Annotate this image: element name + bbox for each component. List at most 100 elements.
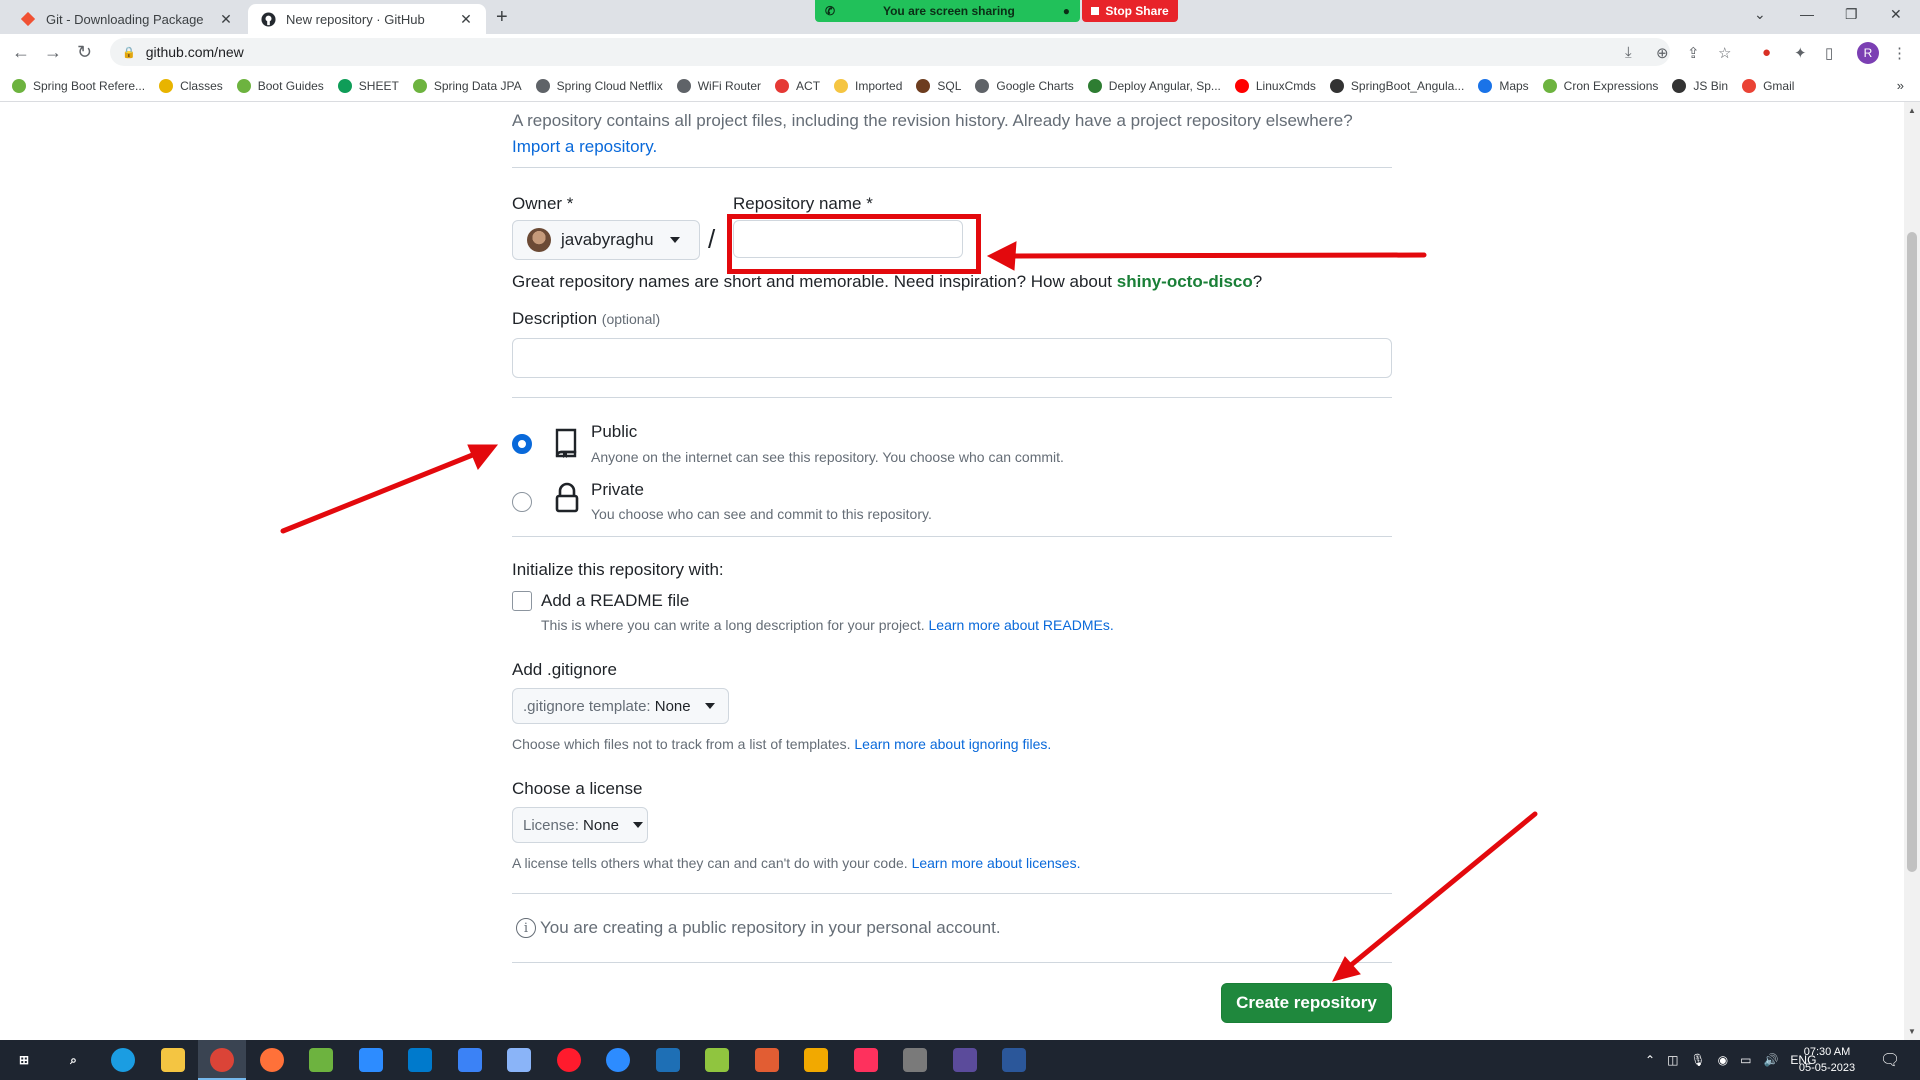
readme-learn-more-link[interactable]: Learn more about READMEs.	[929, 617, 1114, 633]
virtualbox-icon[interactable]	[655, 1048, 680, 1072]
restore-icon[interactable]: ❐	[1845, 6, 1858, 23]
install-icon[interactable]: ⤓	[1625, 44, 1632, 61]
firefox-icon[interactable]	[259, 1048, 284, 1072]
bookmark-item[interactable]: Google Charts	[975, 78, 1074, 93]
opera-icon[interactable]	[556, 1048, 581, 1072]
chrome-icon[interactable]	[210, 1048, 234, 1072]
extensions-puzzle-icon[interactable]: ✦	[1794, 44, 1807, 62]
private-radio[interactable]	[512, 492, 532, 512]
forward-icon[interactable]: →	[44, 42, 62, 63]
bookmark-item[interactable]: Boot Guides	[236, 78, 324, 93]
tab-new-repository[interactable]: New repository · GitHub ✕	[248, 4, 486, 34]
bookmark-item[interactable]: JS Bin	[1672, 78, 1728, 93]
bookmark-item[interactable]: SQL	[916, 78, 961, 93]
create-repository-button[interactable]: Create repository	[1221, 983, 1392, 1023]
lock-icon	[554, 482, 580, 519]
chevron-up-icon[interactable]: ⌃	[1645, 1053, 1655, 1067]
tab-title: New repository · GitHub	[286, 11, 425, 27]
menu-kebab-icon[interactable]: ⋮	[1892, 44, 1907, 62]
private-title: Private	[591, 480, 644, 499]
system-clock[interactable]: 07:30 AM 05-05-2023	[1790, 1044, 1864, 1076]
eclipse-icon[interactable]	[952, 1048, 977, 1072]
bookmark-item[interactable]: Cron Expressions	[1542, 78, 1658, 93]
license-heading: Choose a license	[512, 779, 643, 798]
jsbin-icon	[1672, 78, 1687, 93]
readme-checkbox[interactable]	[512, 591, 532, 611]
display-icon[interactable]: ▭	[1740, 1053, 1751, 1067]
bookmark-item[interactable]: Maps	[1478, 78, 1529, 93]
bookmark-item[interactable]: WiFi Router	[676, 78, 761, 93]
github-logo-icon	[260, 11, 276, 27]
description-label-row: Description (optional)	[512, 309, 1392, 329]
page-scrollbar[interactable]: ▲ ▼	[1904, 102, 1920, 1040]
chevron-right-icon[interactable]: »	[1897, 78, 1904, 93]
search-icon[interactable]: ⌕	[62, 1048, 86, 1072]
private-description: You choose who can see and commit to thi…	[591, 506, 932, 522]
edge-icon[interactable]	[111, 1048, 135, 1072]
remote-desktop-icon[interactable]	[507, 1048, 531, 1072]
address-bar[interactable]: 🔒 github.com/new	[110, 38, 1670, 66]
git-logo-icon	[20, 11, 36, 27]
snipping-tool-icon[interactable]	[903, 1048, 927, 1072]
owner-repo-separator: /	[708, 224, 716, 254]
paint-icon[interactable]	[754, 1048, 779, 1072]
bookmark-item[interactable]: Deploy Angular, Sp...	[1087, 78, 1221, 93]
bookmark-item[interactable]: Spring Boot Refere...	[12, 78, 145, 93]
import-repository-link[interactable]: Import a repository.	[512, 137, 657, 156]
license-learn-more-link[interactable]: Learn more about licenses.	[912, 855, 1081, 871]
video-app-icon[interactable]	[358, 1048, 383, 1072]
bookmark-item[interactable]: Gmail	[1742, 78, 1794, 93]
extension-adblock-icon[interactable]: ●	[1762, 44, 1771, 61]
grid-app-icon[interactable]	[804, 1048, 828, 1072]
windows-start-icon[interactable]: ⊞	[12, 1048, 36, 1072]
stop-share-button[interactable]: Stop Share	[1082, 0, 1178, 22]
bookmark-item[interactable]: LinuxCmds	[1234, 78, 1316, 93]
profile-avatar[interactable]: R	[1857, 42, 1879, 64]
camera-icon[interactable]: ◫	[1667, 1053, 1678, 1067]
tab-search-icon[interactable]: ⌄	[1754, 6, 1766, 23]
close-icon[interactable]: ✕	[458, 11, 474, 28]
microphone-icon[interactable]: 🎙	[1690, 1053, 1705, 1067]
gitignore-learn-more-link[interactable]: Learn more about ignoring files.	[854, 736, 1051, 752]
bookmark-item[interactable]: SHEET	[337, 78, 399, 93]
app-arrow-icon[interactable]	[457, 1048, 482, 1072]
readme-label[interactable]: Add a README file	[541, 591, 689, 611]
scroll-up-icon[interactable]: ▲	[1908, 106, 1916, 115]
bookmark-item[interactable]: Spring Data JPA	[412, 78, 522, 93]
zoom-icon[interactable]	[606, 1048, 630, 1072]
scroll-down-icon[interactable]: ▼	[1908, 1027, 1916, 1036]
window-close-icon[interactable]: ✕	[1890, 6, 1902, 23]
star-icon[interactable]: ☆	[1718, 44, 1731, 62]
bookmark-item[interactable]: Classes	[159, 78, 223, 93]
bookmark-item[interactable]: SpringBoot_Angula...	[1329, 78, 1464, 93]
bookmark-item[interactable]: Imported	[834, 78, 902, 93]
side-panel-icon[interactable]: ▯	[1825, 44, 1833, 62]
volume-icon[interactable]: 🔊	[1763, 1053, 1778, 1067]
notification-icon[interactable]: 🗨	[1880, 1040, 1900, 1080]
intellij-icon[interactable]	[853, 1048, 878, 1072]
tab-git-downloading[interactable]: Git - Downloading Package ✕	[8, 4, 246, 34]
license-dropdown[interactable]: License: None	[512, 807, 648, 843]
word-icon[interactable]	[1002, 1048, 1026, 1072]
spring-tool-suite-icon[interactable]	[309, 1048, 333, 1072]
network-icon[interactable]: ◉	[1718, 1053, 1728, 1067]
globe-icon	[535, 78, 550, 93]
name-suggestion-link[interactable]: shiny-octo-disco	[1117, 272, 1253, 291]
bookmark-item[interactable]: ACT	[775, 78, 820, 93]
reload-icon[interactable]: ↻	[77, 42, 92, 63]
description-input[interactable]	[512, 338, 1392, 378]
public-radio[interactable]	[512, 434, 532, 454]
gitignore-template-dropdown[interactable]: .gitignore template: None	[512, 688, 729, 724]
file-explorer-icon[interactable]	[160, 1048, 185, 1072]
bookmark-item[interactable]: Spring Cloud Netflix	[535, 78, 663, 93]
notepad-plus-icon[interactable]	[705, 1048, 729, 1072]
owner-dropdown[interactable]: javabyraghu	[512, 220, 700, 260]
share-icon[interactable]: ⇪	[1687, 44, 1700, 62]
close-icon[interactable]: ✕	[218, 11, 234, 28]
new-tab-icon[interactable]: +	[496, 6, 508, 29]
zoom-icon[interactable]: ⊕	[1656, 44, 1669, 62]
vscode-icon[interactable]	[408, 1048, 432, 1072]
minimize-icon[interactable]: —	[1800, 6, 1814, 22]
back-icon[interactable]: ←	[12, 42, 30, 63]
scrollbar-thumb[interactable]	[1907, 232, 1917, 872]
